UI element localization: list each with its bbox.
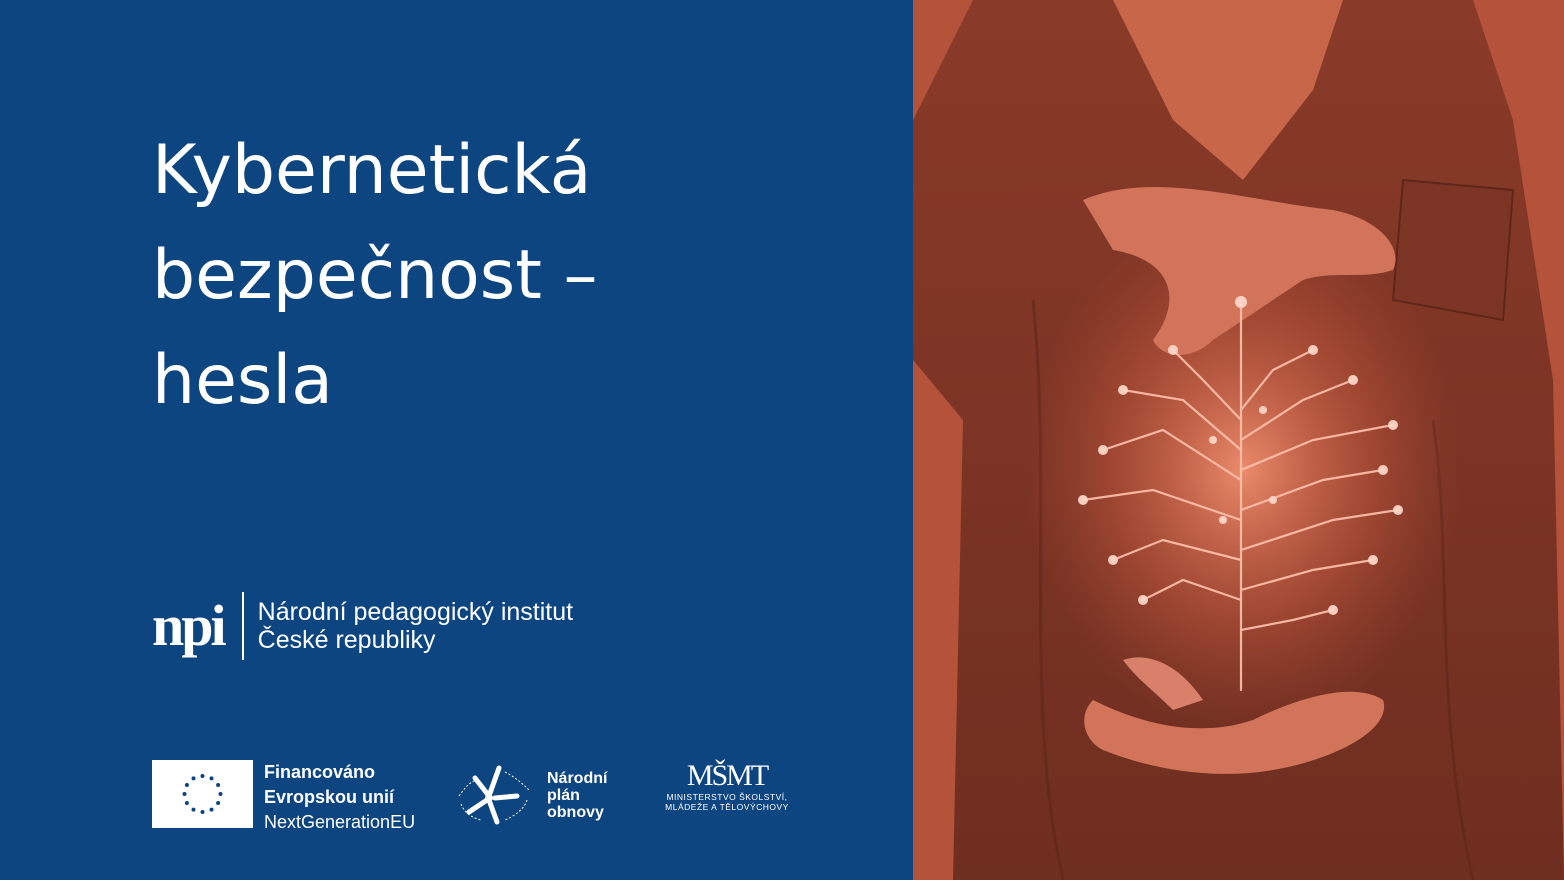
- eu-flag-icon: [152, 760, 253, 828]
- msmt-logo: MŠMT MINISTERSTVO ŠKOLSTVÍ, MLÁDEŽE A TĚ…: [652, 759, 802, 813]
- npo-star-icon: [458, 765, 530, 825]
- person-with-circuit-tree-image: [913, 0, 1564, 880]
- eu-logo-line-2: Evropskou unií: [264, 787, 395, 807]
- eu-logo-line-3: NextGenerationEU: [264, 812, 416, 832]
- eu-logo-line-1: Financováno: [264, 762, 376, 782]
- npi-logo-line-1: Národní pedagogický institut: [257, 598, 574, 626]
- eu-logo-text: Financováno Evropskou unií NextGeneratio…: [264, 760, 415, 835]
- title-line-1: Kybernetická: [152, 131, 592, 210]
- npi-logo-line-2: České republiky: [257, 626, 436, 654]
- npo-logo-line-3: obnovy: [547, 803, 604, 821]
- npo-logo-line-2: plán: [547, 786, 580, 804]
- title-slide: Kybernetická bezpečnost – hesla npi Náro…: [0, 0, 1564, 880]
- slide-title: Kybernetická bezpečnost – hesla: [152, 118, 852, 433]
- hero-photo: [913, 0, 1564, 880]
- npi-logo-divider: [241, 592, 244, 660]
- left-panel: Kybernetická bezpečnost – hesla npi Náro…: [0, 0, 913, 880]
- npi-logo-text: Národní pedagogický institut České repub…: [258, 598, 573, 654]
- title-line-2: bezpečnost –: [152, 236, 598, 315]
- title-line-3: hesla: [152, 341, 333, 420]
- eu-logo: Financováno Evropskou unií NextGeneratio…: [152, 760, 415, 835]
- npo-logo: Národní plán obnovy: [455, 760, 607, 830]
- npo-logo-line-1: Národní: [547, 769, 608, 787]
- msmt-logo-line-1: MINISTERSTVO ŠKOLSTVÍ,: [666, 792, 788, 802]
- npi-logo: npi Národní pedagogický institut České r…: [152, 588, 573, 664]
- msmt-logo-line-2: MLÁDEŽE A TĚLOVÝCHOVY: [665, 802, 789, 812]
- msmt-logo-text: MINISTERSTVO ŠKOLSTVÍ, MLÁDEŽE A TĚLOVÝC…: [652, 792, 802, 812]
- npo-logo-text: Národní plán obnovy: [547, 770, 607, 821]
- npi-logo-mark: npi: [152, 593, 227, 658]
- msmt-logo-mark: MŠMT: [686, 759, 769, 792]
